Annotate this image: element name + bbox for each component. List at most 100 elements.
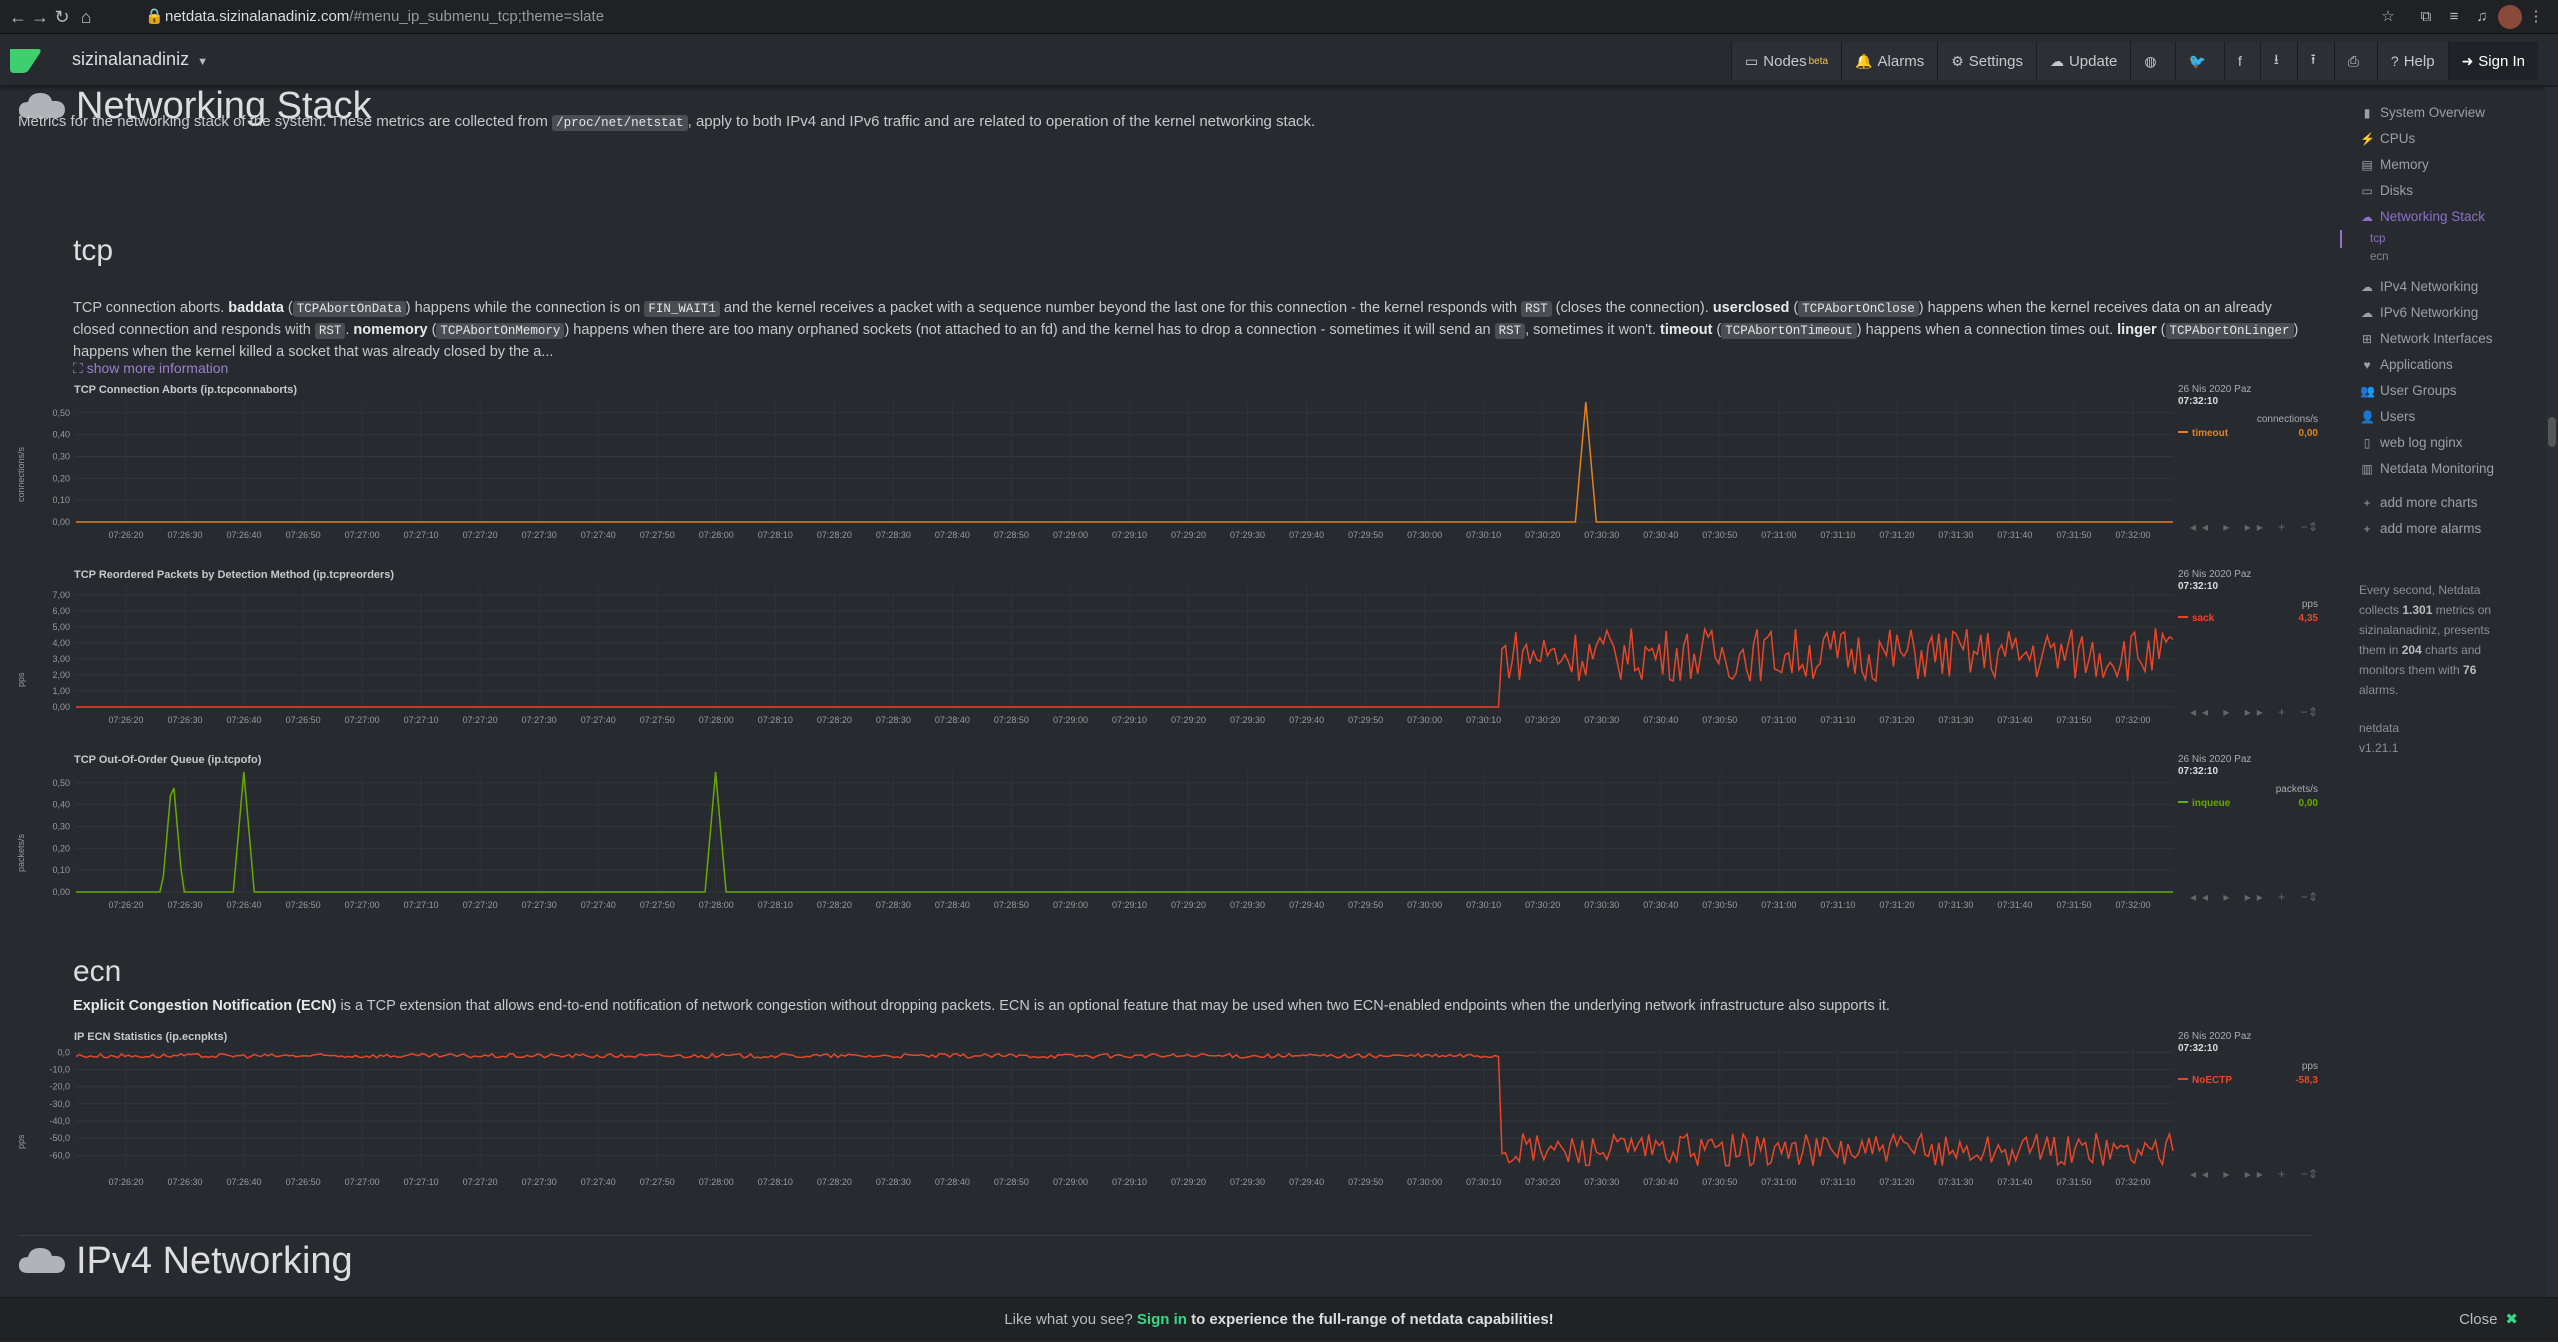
chart-plot[interactable]: 0,50 0,40 0,30 0,20 0,10 0,00 07:26:20 07:26:30…	[18, 754, 2178, 919]
banner-close-button[interactable]: Close ✖	[2459, 1298, 2518, 1342]
legend-swatch	[2178, 801, 2188, 803]
nav-item-alarms[interactable]: 🔔 Alarms	[1841, 42, 1938, 80]
nav-item-label: Alarms	[1877, 52, 1925, 70]
series-line-timeout[interactable]	[76, 401, 2173, 523]
sidebar-item-system-overview[interactable]: ▮ System Overview	[2340, 100, 2550, 126]
scrollbar[interactable]	[2546, 87, 2558, 1297]
reload-icon[interactable]: ↻	[50, 5, 74, 29]
x-tick-label: 07:31:20	[1879, 1177, 1914, 1187]
legend-dimension[interactable]: NoECTP	[2178, 1075, 2232, 1086]
sidebar-item-add-more-alarms[interactable]: + add more alarms	[2340, 516, 2550, 542]
back-icon[interactable]: ←	[6, 5, 30, 29]
sidebar-item-user-groups[interactable]: 👥 User Groups	[2340, 378, 2550, 404]
profile-avatar[interactable]	[2498, 5, 2522, 29]
host-selector[interactable]: sizinalanadiniz ▼	[72, 49, 208, 70]
x-tick-label: 07:30:30	[1584, 1177, 1619, 1187]
sidebar-item-network-interfaces[interactable]: ⊞ Network Interfaces	[2340, 326, 2550, 352]
nav-item-facebook[interactable]: f	[2224, 42, 2260, 80]
x-tick-label: 07:28:20	[817, 1177, 852, 1187]
series-line-sack[interactable]	[76, 626, 2174, 708]
star-icon[interactable]: ☆	[2376, 5, 2400, 29]
menu-icon[interactable]: ⋮	[2524, 5, 2548, 29]
x-tick-label: 07:31:50	[2056, 1177, 2091, 1187]
legend-dimension[interactable]: sack	[2178, 613, 2214, 624]
x-tick-label: 07:30:30	[1584, 900, 1619, 910]
sidebar-item-ipv4-networking[interactable]: ☁ IPv4 Networking	[2340, 274, 2550, 300]
x-tick-label: 07:30:50	[1702, 1177, 1737, 1187]
netdata-logo[interactable]	[8, 47, 42, 75]
sidebar-item-memory[interactable]: ▤ Memory	[2340, 152, 2550, 178]
legend-units: pps	[2301, 599, 2318, 610]
sidebar-item-networking-stack[interactable]: ☁ Networking Stack	[2340, 204, 2550, 230]
nav-item-label: Settings	[1968, 52, 2023, 70]
chart-ecnpkts[interactable]: IP ECN Statistics (ip.ecnpkts) pps 0,0 -10,…	[16, 1031, 2320, 1211]
sidebar-item-add-more-charts[interactable]: + add more charts	[2340, 490, 2550, 516]
chart-plot[interactable]: 7,00 6,00 5,00 4,00 3,00 2,00 1,00 0,00 07:26:20…	[18, 569, 2178, 734]
legend-dimension[interactable]: timeout	[2178, 428, 2228, 439]
nav-item-help[interactable]: ? Help	[2376, 42, 2448, 80]
nav-item-download[interactable]: ⭳	[2259, 42, 2297, 80]
media-icon[interactable]: ♫	[2470, 5, 2494, 29]
chart-controls[interactable]: ◂◂ ▸ ▸▸ + −	[2190, 1167, 2313, 1181]
nav-item-update[interactable]: ☁ Update	[2035, 42, 2131, 80]
y-tick-label: -20,0	[49, 1082, 70, 1092]
sidebar-subitem-tcp[interactable]: tcp	[2340, 230, 2550, 248]
sidebar-item-ipv6-networking[interactable]: ☁ IPv6 Networking	[2340, 300, 2550, 326]
sidebar-item-applications[interactable]: ♥ Applications	[2340, 352, 2550, 378]
chart-controls[interactable]: ◂◂ ▸ ▸▸ + −	[2190, 890, 2313, 904]
sidebar-item-web-log-nginx[interactable]: ▯ web log nginx	[2340, 430, 2550, 456]
legend-date: 26 Nis 2020 Paz	[2178, 754, 2252, 765]
url-path: /#menu_ip_submenu_tcp;theme=slate	[349, 8, 605, 25]
translate-icon[interactable]: ⧉	[2414, 5, 2438, 29]
sidebar-item-disks[interactable]: ▭ Disks	[2340, 178, 2550, 204]
x-tick-label: 07:30:20	[1525, 715, 1560, 725]
series-line-NoECTP[interactable]	[75, 1052, 2174, 1167]
y-tick-label: 0,50	[52, 778, 70, 788]
x-tick-label: 07:29:30	[1230, 715, 1265, 725]
nav-item-print[interactable]: ⎙	[2333, 42, 2377, 80]
resize-handle-icon[interactable]: ⇕	[2308, 520, 2320, 534]
sidebar-subitem-ecn[interactable]: ecn	[2340, 248, 2550, 266]
extension-icon[interactable]: ≡	[2442, 5, 2466, 29]
nav-item-sign-in[interactable]: ➜ Sign In	[2447, 42, 2538, 80]
nav-item-upload[interactable]: ⭱	[2296, 42, 2334, 80]
banner-signin-link[interactable]: Sign in	[1137, 1311, 1187, 1328]
nav-item-nodes[interactable]: ▭ Nodes beta	[1731, 42, 1842, 80]
chart-tcpconnaborts[interactable]: TCP Connection Aborts (ip.tcpconnaborts)…	[16, 384, 2320, 564]
series-line-inqueue[interactable]	[76, 771, 2173, 893]
sidebar-item-netdata-monitoring[interactable]: ▥ Netdata Monitoring	[2340, 456, 2550, 482]
x-tick-label: 07:28:30	[876, 1177, 911, 1187]
forward-icon[interactable]: →	[28, 5, 52, 29]
scrollbar-thumb[interactable]	[2548, 417, 2556, 447]
legend-time: 07:32:10	[2178, 1043, 2219, 1054]
address-bar[interactable]: 🔒netdata.sizinalanadiniz.com/#menu_ip_su…	[145, 6, 2355, 28]
desc-pre: Metrics for the networking stack of the …	[18, 113, 553, 130]
nav-item-twitter[interactable]: 🐦	[2174, 42, 2224, 80]
chart-plot[interactable]: 0,50 0,40 0,30 0,20 0,10 0,00 07:26:20 07:26:30…	[18, 384, 2178, 549]
resize-handle-icon[interactable]: ⇕	[2308, 890, 2320, 904]
x-tick-label: 07:28:20	[817, 530, 852, 540]
x-tick-label: 07:31:50	[2056, 715, 2091, 725]
resize-handle-icon[interactable]: ⇕	[2308, 705, 2320, 719]
home-icon[interactable]: ⌂	[74, 5, 98, 29]
sidebar-item-label: Applications	[2380, 357, 2453, 372]
brand-name[interactable]: netdata	[2359, 718, 2499, 738]
x-tick-label: 07:26:50	[286, 900, 321, 910]
x-tick-label: 07:32:00	[2115, 900, 2150, 910]
x-tick-label: 07:27:30	[522, 530, 557, 540]
sidebar-item-label: Netdata Monitoring	[2380, 461, 2495, 476]
y-tick-label: 0,20	[52, 473, 70, 483]
chart-plot[interactable]: 0,0 -10,0 -20,0 -30,0 -40,0 -50,0 -60,0 07:26:2…	[18, 1031, 2178, 1196]
chart-controls[interactable]: ◂◂ ▸ ▸▸ + −	[2190, 520, 2313, 534]
show-more-link[interactable]: ⛶ show more information	[73, 360, 228, 377]
x-tick-label: 07:31:40	[1997, 530, 2032, 540]
chart-controls[interactable]: ◂◂ ▸ ▸▸ + −	[2190, 705, 2313, 719]
sidebar-item-cpus[interactable]: ⚡ CPUs	[2340, 126, 2550, 152]
nav-item-settings[interactable]: ⚙ Settings	[1937, 42, 2036, 80]
chart-tcpofo[interactable]: TCP Out-Of-Order Queue (ip.tcpofo) packet…	[16, 754, 2320, 934]
resize-handle-icon[interactable]: ⇕	[2308, 1167, 2320, 1181]
chart-tcpreorders[interactable]: TCP Reordered Packets by Detection Metho…	[16, 569, 2320, 749]
nav-item-github[interactable]: ◍	[2130, 42, 2175, 80]
legend-dimension[interactable]: inqueue	[2178, 798, 2230, 809]
sidebar-item-users[interactable]: 👤 Users	[2340, 404, 2550, 430]
